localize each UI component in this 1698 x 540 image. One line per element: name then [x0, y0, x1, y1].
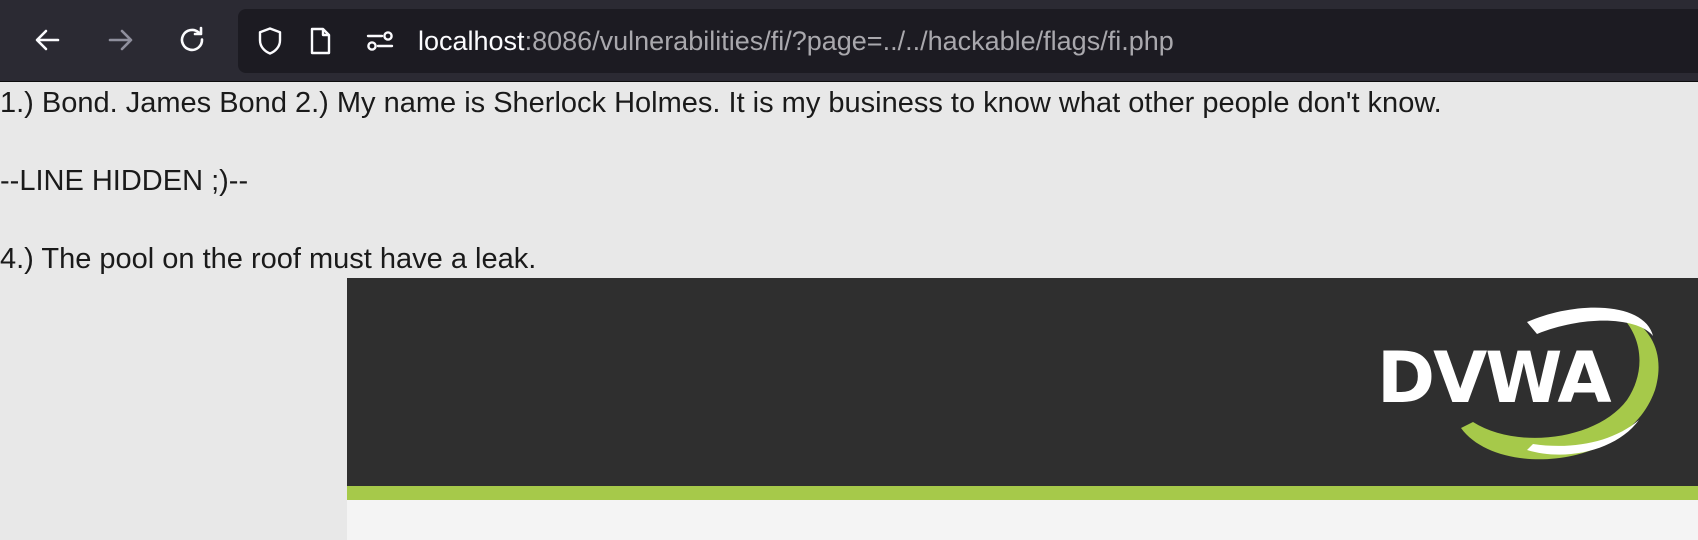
flag-line-hidden: --LINE HIDDEN ;)-- — [0, 165, 249, 197]
page-body-area — [347, 500, 1698, 540]
url-bar[interactable]: localhost:8086/vulnerabilities/fi/?page=… — [238, 9, 1698, 73]
flag-line-4: 4.) The pool on the roof must have a lea… — [0, 243, 537, 275]
flag-line-1: 1.) Bond. James Bond 2.) My name is Sher… — [0, 87, 1442, 119]
url-host: localhost — [418, 26, 525, 56]
arrow-right-icon — [108, 29, 133, 51]
shield-icon[interactable] — [254, 25, 286, 57]
dvwa-logo: DVWA — [1377, 300, 1667, 470]
dvwa-header: DVWA — [347, 278, 1698, 486]
browser-toolbar: localhost:8086/vulnerabilities/fi/?page=… — [0, 0, 1698, 82]
back-button[interactable] — [26, 18, 70, 62]
forward-button[interactable] — [98, 18, 142, 62]
url-path: :8086/vulnerabilities/fi/?page=../../hac… — [524, 26, 1174, 56]
page-icon[interactable] — [304, 25, 336, 57]
reload-icon — [180, 26, 204, 52]
header-accent-bar — [347, 486, 1698, 500]
url-text[interactable]: localhost:8086/vulnerabilities/fi/?page=… — [418, 23, 1174, 59]
reload-button[interactable] — [170, 18, 214, 62]
dvwa-logo-text: DVWA — [1377, 337, 1612, 419]
permissions-icon[interactable] — [364, 25, 396, 57]
arrow-left-icon — [35, 29, 60, 51]
